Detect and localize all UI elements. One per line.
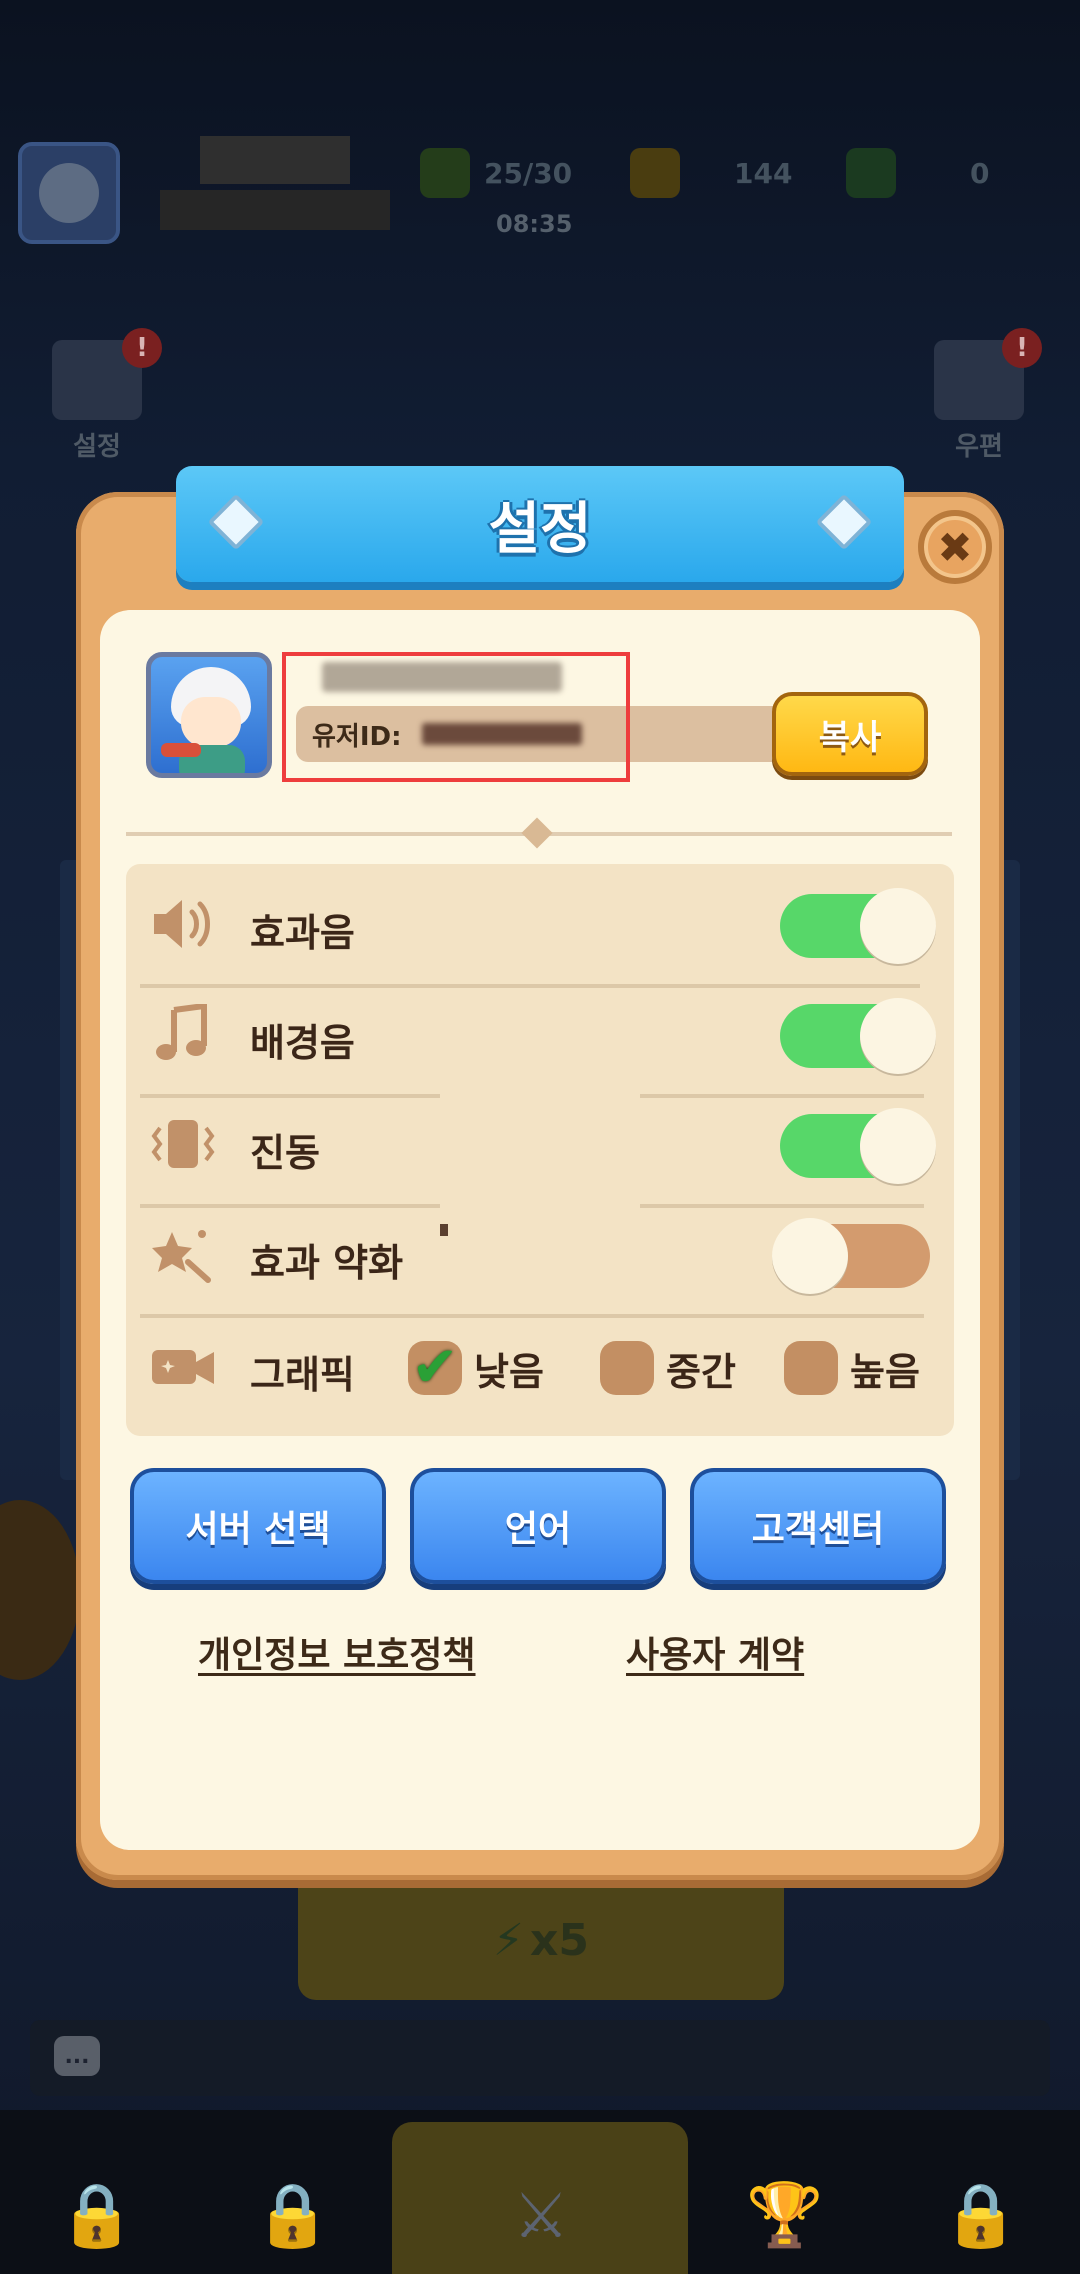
toggle-knob <box>860 1108 936 1184</box>
server-select-button[interactable]: 서버 선택 <box>130 1468 386 1584</box>
vibration-icon <box>148 1114 218 1174</box>
graphics-label: 그래픽 <box>250 1353 355 1397</box>
highlight-annotation-box <box>282 652 630 782</box>
gem-counter[interactable]: 0 <box>846 148 990 198</box>
setting-label: 배경음 <box>250 1021 355 1065</box>
graphics-option-label: 높음 <box>850 1349 920 1394</box>
graphics-option-low[interactable]: ✔ 낮음 <box>408 1340 544 1396</box>
artifact-mark <box>440 1224 448 1236</box>
player-avatar[interactable] <box>18 142 120 244</box>
setting-row-bgm: 배경음 <box>126 980 954 1088</box>
stamina-value: 25/30 <box>484 156 573 190</box>
checkbox-checked[interactable]: ✔ <box>408 1335 462 1400</box>
video-camera-icon <box>148 1336 218 1396</box>
settings-list: 효과음 배경음 진동 효과 약화 그래픽 ✔ 낮음 중간 높음 <box>126 864 954 1436</box>
bottom-navigation: 🔒 🔒 ⚔ 🏆 🔒 <box>0 2110 1080 2274</box>
privacy-policy-link[interactable]: 개인정보 보호정책 <box>198 1626 476 1678</box>
diamond-icon <box>207 493 265 551</box>
reduce-effects-toggle[interactable] <box>772 1218 930 1294</box>
checkbox-unchecked[interactable] <box>784 1341 838 1395</box>
vibration-toggle[interactable] <box>780 1108 936 1184</box>
language-button[interactable]: 언어 <box>410 1468 666 1584</box>
stamina-counter[interactable]: 25/30 <box>420 148 573 198</box>
lock-icon[interactable]: 🔒 <box>52 2170 142 2260</box>
battle-start-button[interactable]: ⚡ x5 <box>298 1880 784 2000</box>
gold-counter[interactable]: 144 <box>630 148 793 198</box>
diamond-icon <box>815 493 873 551</box>
lock-icon[interactable]: 🔒 <box>936 2170 1026 2260</box>
settings-menu-label: 설정 <box>73 432 121 462</box>
mail-label: 우편 <box>955 432 1003 462</box>
setting-row-sound-effects: 효과음 <box>126 870 954 978</box>
toggle-knob <box>860 998 936 1074</box>
setting-row-reduce-effects: 효과 약화 <box>126 1200 954 1308</box>
customer-center-button[interactable]: 고객센터 <box>690 1468 946 1584</box>
battle-icon[interactable]: ⚔ <box>496 2170 586 2260</box>
gem-icon <box>846 148 896 198</box>
setting-label: 진동 <box>250 1131 320 1175</box>
lock-icon[interactable]: 🔒 <box>248 2170 338 2260</box>
lightning-icon: ⚡ <box>493 1914 524 1966</box>
toggle-knob <box>772 1218 848 1294</box>
setting-row-graphics: 그래픽 ✔ 낮음 중간 높음 <box>126 1312 954 1420</box>
sound-effects-toggle[interactable] <box>780 888 936 964</box>
copy-user-id-button[interactable]: 복사 <box>772 692 928 776</box>
terms-of-use-link[interactable]: 사용자 계약 <box>626 1626 804 1678</box>
trophy-icon[interactable]: 🏆 <box>740 2170 830 2260</box>
chat-icon[interactable]: ... <box>54 2036 100 2076</box>
graphics-option-high[interactable]: 높음 <box>784 1340 920 1396</box>
gold-value: 144 <box>734 156 793 190</box>
bgm-toggle[interactable] <box>780 998 936 1074</box>
stamina-timer: 08:35 <box>496 210 573 238</box>
lightning-icon <box>420 148 470 198</box>
graphics-option-label: 낮음 <box>474 1349 544 1394</box>
close-icon: ✖ <box>937 522 973 572</box>
setting-row-vibration: 진동 <box>126 1090 954 1198</box>
chat-bar[interactable]: ... <box>30 2020 1050 2096</box>
dialog-title: 설정 <box>488 496 592 562</box>
setting-label: 효과음 <box>250 911 355 955</box>
close-button[interactable]: ✖ <box>918 510 992 584</box>
speaker-icon <box>148 894 218 954</box>
sparkle-icon <box>148 1224 218 1284</box>
setting-label: 효과 약화 <box>250 1241 404 1285</box>
dialog-title-ribbon: 설정 <box>176 466 904 582</box>
battle-cost: x5 <box>529 1914 589 1966</box>
player-name-redacted <box>200 136 350 184</box>
gold-icon <box>630 148 680 198</box>
checkmark-icon: ✔ <box>411 1335 459 1400</box>
graphics-option-label: 중간 <box>666 1349 736 1394</box>
alert-badge: ! <box>1002 328 1042 368</box>
checkbox-unchecked[interactable] <box>600 1341 654 1395</box>
music-note-icon <box>148 1002 218 1064</box>
profile-avatar <box>146 652 272 778</box>
toggle-knob <box>860 888 936 964</box>
player-name-redacted <box>160 190 390 230</box>
graphics-option-medium[interactable]: 중간 <box>600 1340 736 1396</box>
alert-badge: ! <box>122 328 162 368</box>
gem-value: 0 <box>970 156 990 190</box>
